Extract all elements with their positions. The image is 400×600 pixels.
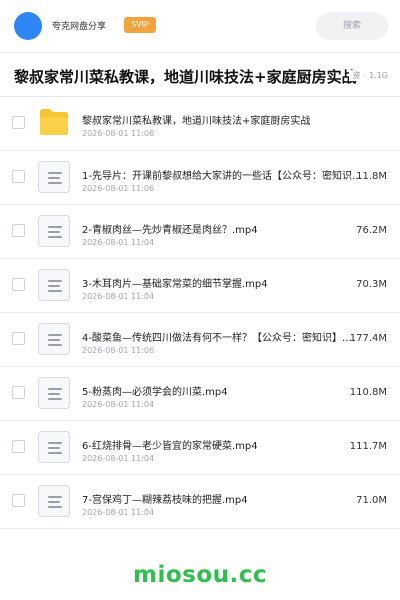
uploader-name[interactable]: 夸克网盘分享 (52, 19, 106, 32)
list-item[interactable]: 4-酸菜鱼—传统四川做法有何不一样？【公众号：密知识】.mp4 2026-08-… (0, 313, 400, 367)
page-title: 黎叔家常川菜私教课，地道川味技法+家庭厨房实战 (14, 68, 357, 86)
row-checkbox[interactable] (12, 494, 25, 507)
file-name: 7-宫保鸡丁—糊辣荔枝味的把握.mp4 (82, 495, 248, 506)
row-checkbox[interactable] (12, 386, 25, 399)
list-item[interactable]: 3-木耳肉片—基础家常菜的细节掌握.mp4 2026-08-01 11:04 7… (0, 259, 400, 313)
file-date: 2026-08-01 11:04 (82, 292, 155, 301)
search-button[interactable]: 搜索 (316, 12, 388, 40)
file-date: 2026-08-01 11:04 (82, 454, 155, 463)
video-file-icon (38, 161, 70, 193)
row-checkbox[interactable] (12, 224, 25, 237)
file-name: 2-青椒肉丝—先炒青椒还是肉丝？.mp4 (82, 225, 258, 236)
total-size: 1.1G (369, 71, 388, 80)
file-size: 11.8M (356, 171, 387, 182)
video-file-icon (38, 323, 70, 355)
title-meta: 资 · 1.1G (348, 70, 388, 81)
file-date: 2026-08-01 11:06 (82, 184, 155, 193)
list-item[interactable]: 5-粉蒸肉—必须学会的川菜.mp4 2026-08-01 11:04 110.8… (0, 367, 400, 421)
row-divider (0, 528, 400, 529)
file-name: 1-先导片：开课前黎叔想给大家讲的一些话【公众号：密知识】.mp4 (82, 171, 364, 182)
file-size: 70.3M (356, 279, 387, 290)
list-item[interactable]: 1-先导片：开课前黎叔想给大家讲的一些话【公众号：密知识】.mp4 2026-0… (0, 151, 400, 205)
row-checkbox[interactable] (12, 278, 25, 291)
list-item[interactable]: 7-宫保鸡丁—糊辣荔枝味的把握.mp4 2026-08-01 11:04 71.… (0, 475, 400, 529)
file-name: 6-红烧排骨—老少皆宜的家常硬菜.mp4 (82, 441, 258, 452)
share-title-bar: 黎叔家常川菜私教课，地道川味技法+家庭厨房实战 资 · 1.1G (0, 53, 400, 97)
file-date: 2026-08-01 11:06 (82, 129, 155, 138)
file-date: 2026-08-01 11:04 (82, 238, 155, 247)
video-file-icon (38, 215, 70, 247)
video-file-icon (38, 431, 70, 463)
file-size: 177.4M (349, 333, 387, 344)
site-watermark: miosou.cc (132, 562, 268, 588)
row-checkbox[interactable] (12, 440, 25, 453)
row-checkbox[interactable] (12, 170, 25, 183)
svip-badge: SVIP (124, 17, 156, 33)
file-size: 76.2M (356, 225, 387, 236)
file-name: 5-粉蒸肉—必须学会的川菜.mp4 (82, 387, 228, 398)
file-list: 黎叔家常川菜私教课，地道川味技法+家庭厨房实战 2026-08-01 11:06… (0, 97, 400, 547)
file-size: 71.0M (356, 495, 387, 506)
folder-icon (40, 109, 68, 135)
app-header: 夸克网盘分享 SVIP 搜索 (0, 0, 400, 52)
avatar[interactable] (14, 12, 42, 40)
file-name: 黎叔家常川菜私教课，地道川味技法+家庭厨房实战 (82, 116, 311, 127)
file-name: 3-木耳肉片—基础家常菜的细节掌握.mp4 (82, 279, 268, 290)
video-file-icon (38, 377, 70, 409)
file-size: 111.7M (349, 441, 387, 452)
video-file-icon (38, 269, 70, 301)
file-date: 2026-08-01 11:06 (82, 346, 155, 355)
file-size: 110.8M (349, 387, 387, 398)
list-item[interactable]: 2-青椒肉丝—先炒青椒还是肉丝？.mp4 2026-08-01 11:04 76… (0, 205, 400, 259)
title-meta-label: 资 (352, 71, 361, 80)
file-date: 2026-08-01 11:04 (82, 508, 155, 517)
file-name: 4-酸菜鱼—传统四川做法有何不一样？【公众号：密知识】.mp4 (82, 333, 364, 344)
list-item[interactable]: 黎叔家常川菜私教课，地道川味技法+家庭厨房实战 2026-08-01 11:06 (0, 97, 400, 151)
row-checkbox[interactable] (12, 116, 25, 129)
video-file-icon (38, 485, 70, 517)
list-item[interactable]: 6-红烧排骨—老少皆宜的家常硬菜.mp4 2026-08-01 11:04 11… (0, 421, 400, 475)
row-checkbox[interactable] (12, 332, 25, 345)
file-date: 2026-08-01 11:04 (82, 400, 155, 409)
